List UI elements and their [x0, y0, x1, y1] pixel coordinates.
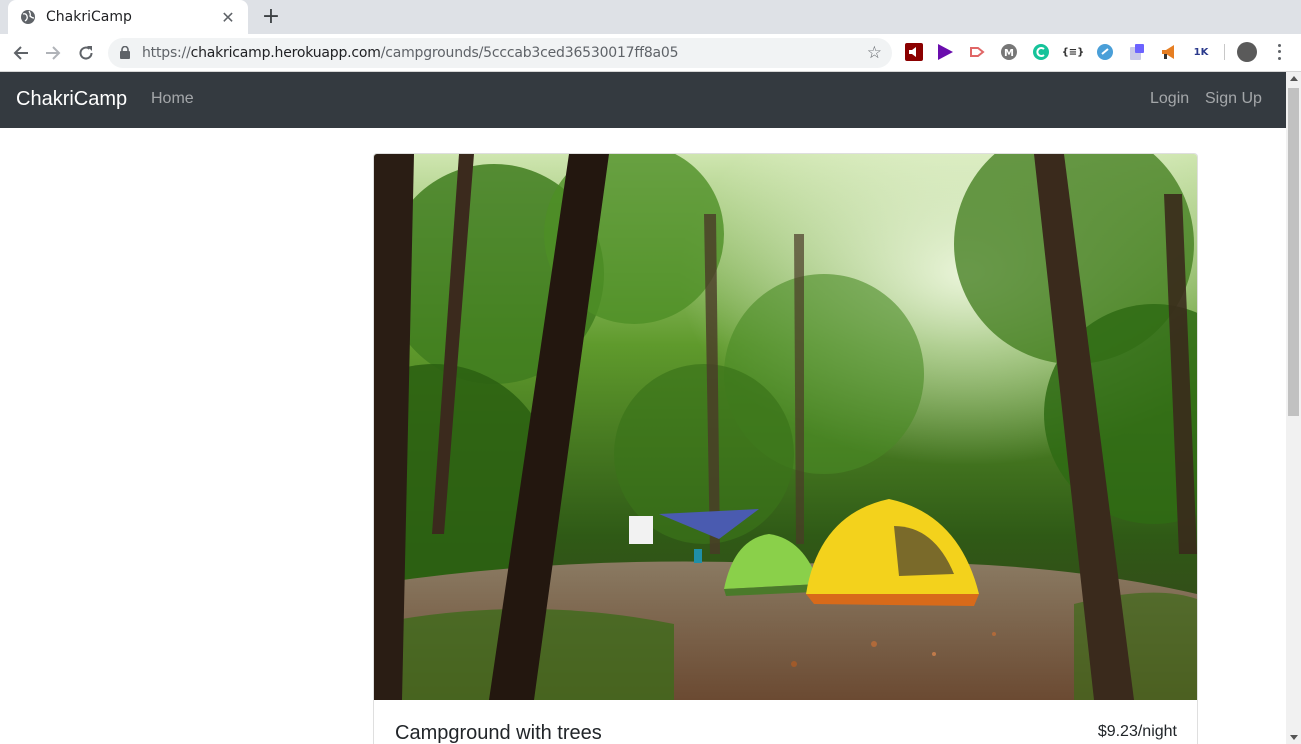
- megaphone-extension-icon[interactable]: [1159, 42, 1179, 62]
- scroll-thumb[interactable]: [1288, 88, 1299, 416]
- reload-button[interactable]: [73, 40, 99, 66]
- nav-link-signup[interactable]: Sign Up: [1205, 90, 1262, 108]
- nav-link-login[interactable]: Login: [1150, 90, 1189, 108]
- campground-name: Campground with trees: [395, 722, 602, 744]
- clipboard-extension-icon[interactable]: [1127, 42, 1147, 62]
- scroll-up-arrow-icon[interactable]: [1290, 76, 1298, 81]
- 1k-extension-icon[interactable]: 1K: [1191, 42, 1211, 62]
- browser-tabstrip: ChakriCamp ✕ +: [0, 0, 1301, 34]
- campground-card: Campground with trees $9.23/night: [373, 153, 1198, 744]
- tab-close-icon[interactable]: ✕: [220, 8, 236, 27]
- globe-icon: [21, 10, 35, 24]
- arrow-extension-icon[interactable]: [967, 42, 987, 62]
- navbar-brand[interactable]: ChakriCamp: [16, 88, 127, 111]
- page-viewport: ChakriCamp Home Login Sign Up Campground…: [0, 72, 1286, 744]
- url-host: chakricamp.herokuapp.com: [190, 45, 381, 61]
- url-scheme: https://: [142, 45, 191, 61]
- back-button[interactable]: [8, 40, 34, 66]
- speaker-extension-icon[interactable]: [904, 42, 924, 62]
- address-bar[interactable]: https://chakricamp.herokuapp.com/campgro…: [108, 38, 892, 68]
- url-path: /campgrounds/5cccab3ced36530017ff8a05: [380, 45, 679, 61]
- m-extension-icon[interactable]: M: [999, 42, 1019, 62]
- campground-image: [374, 154, 1197, 700]
- browser-tab[interactable]: ChakriCamp ✕: [8, 0, 248, 34]
- link-extension-icon[interactable]: [1095, 42, 1115, 62]
- toolbar-separator: [1224, 44, 1225, 60]
- profile-avatar-icon[interactable]: [1237, 42, 1257, 62]
- reload-icon: [79, 46, 93, 60]
- site-navbar: ChakriCamp Home Login Sign Up: [0, 72, 1286, 128]
- campground-price: $9.23/night: [1097, 723, 1177, 740]
- nav-link-home[interactable]: Home: [151, 90, 194, 108]
- forward-arrow-icon: [46, 46, 61, 60]
- new-tab-button[interactable]: +: [258, 4, 284, 30]
- page-scrollbar[interactable]: [1286, 72, 1301, 744]
- play-extension-icon[interactable]: [935, 42, 955, 62]
- back-arrow-icon: [13, 46, 28, 60]
- forward-button[interactable]: [40, 40, 66, 66]
- json-extension-icon[interactable]: {≡}: [1062, 42, 1085, 62]
- star-icon[interactable]: ☆: [867, 43, 882, 63]
- grammarly-extension-icon[interactable]: [1031, 42, 1051, 62]
- tab-title: ChakriCamp: [46, 9, 132, 25]
- url-text: https://chakricamp.herokuapp.com/campgro…: [142, 45, 679, 61]
- scroll-down-arrow-icon[interactable]: [1290, 735, 1298, 740]
- browser-menu-icon[interactable]: [1271, 42, 1287, 62]
- svg-text:M: M: [1004, 48, 1014, 59]
- lock-icon: [120, 46, 130, 59]
